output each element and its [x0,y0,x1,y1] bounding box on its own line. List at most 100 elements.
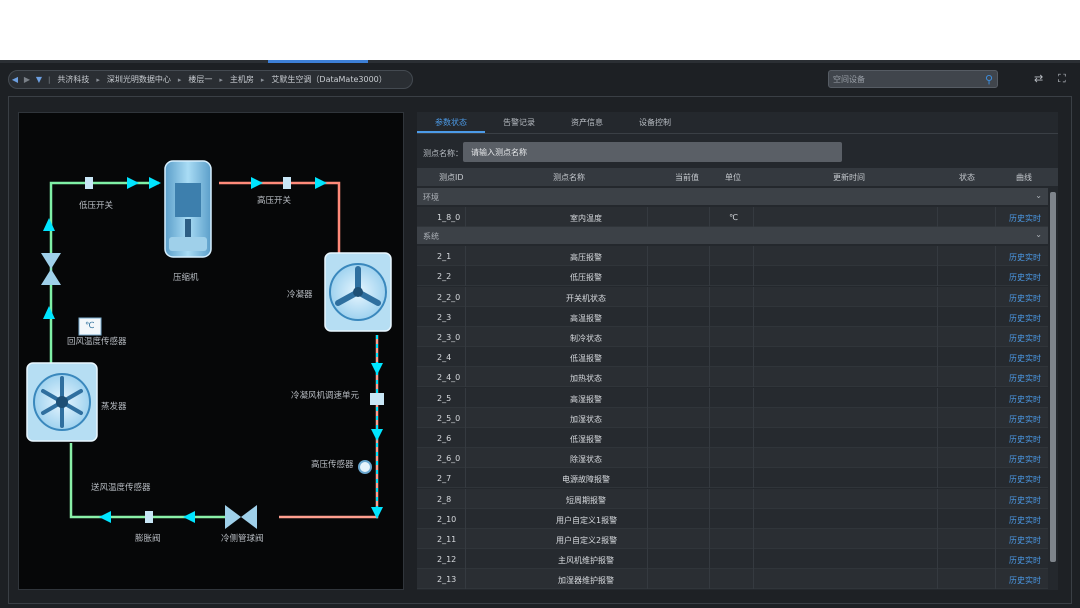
crumb-datacenter[interactable]: 深圳光明数据中心 [103,74,175,85]
compressor-label: 压缩机 [173,273,199,283]
column-divider [647,286,648,307]
column-divider [995,387,996,408]
table-row[interactable]: 2_2 低压报警 历史 实时 [417,266,1048,287]
realtime-link[interactable]: 实时 [1025,333,1041,344]
table-row[interactable]: 2_6 低湿报警 历史 实时 [417,428,1048,448]
column-divider [465,468,466,489]
history-link[interactable]: 历史 [1009,252,1025,263]
fullscreen-icon[interactable]: ⛶ [1058,72,1066,86]
table-row[interactable]: 2_8 短周期报警 历史 实时 [417,488,1048,509]
realtime-link[interactable]: 实时 [1025,434,1041,445]
realtime-link[interactable]: 实时 [1025,555,1041,566]
chevron-right-icon: ▸ [260,75,265,84]
realtime-link[interactable]: 实时 [1025,213,1041,224]
column-divider [753,407,754,428]
column-divider [709,428,710,448]
history-link[interactable]: 历史 [1009,353,1025,364]
history-link[interactable]: 历史 [1009,414,1025,425]
crumb-floor[interactable]: 楼层一 [184,74,216,85]
history-link[interactable]: 历史 [1009,213,1025,224]
tab-assets[interactable]: 资产信息 [553,112,621,133]
chevron-down-icon[interactable]: ⌄ [1035,230,1042,239]
history-link[interactable]: 历史 [1009,515,1025,526]
history-link[interactable]: 历史 [1009,272,1025,283]
forward-arrow-icon[interactable]: ▶ [21,75,33,84]
realtime-link[interactable]: 实时 [1025,515,1041,526]
scrollbar[interactable] [1050,192,1056,562]
history-link[interactable]: 历史 [1009,555,1025,566]
point-name-input[interactable]: 请输入测点名称 [463,142,842,162]
table-row[interactable]: 2_12 主风机维护报警 历史 实时 [417,549,1048,570]
realtime-link[interactable]: 实时 [1025,454,1041,465]
realtime-link[interactable]: 实时 [1025,293,1041,304]
history-link[interactable]: 历史 [1009,293,1025,304]
table-row[interactable]: 2_10 用户自定义1报警 历史 实时 [417,508,1048,529]
history-link[interactable]: 历史 [1009,434,1025,445]
realtime-link[interactable]: 实时 [1025,535,1041,546]
cell-name: 低温报警 [570,354,602,364]
search-icon[interactable]: ⚲ [985,73,993,86]
history-link[interactable]: 历史 [1009,333,1025,344]
search-input[interactable]: 空间设备 ⚲ [828,70,998,88]
table-row[interactable]: 2_6_0 除湿状态 历史 实时 [417,448,1048,469]
realtime-link[interactable]: 实时 [1025,394,1041,405]
cell-name: 电源故障报警 [562,475,610,485]
realtime-link[interactable]: 实时 [1025,495,1041,506]
column-divider [753,367,754,388]
dropdown-icon[interactable]: ▼ [33,75,45,84]
column-divider [937,387,938,408]
table-group-header[interactable]: 系统 ⌄ [417,227,1048,245]
table-row[interactable]: 2_7 电源故障报警 历史 实时 [417,468,1048,489]
history-link[interactable]: 历史 [1009,373,1025,384]
split-view-icon[interactable]: ⇄ [1034,72,1043,85]
realtime-link[interactable]: 实时 [1025,373,1041,384]
column-divider [995,306,996,327]
history-link[interactable]: 历史 [1009,454,1025,465]
table-row[interactable]: 2_3 高温报警 历史 实时 [417,306,1048,327]
table-row[interactable]: 2_11 用户自定义2报警 历史 实时 [417,529,1048,549]
realtime-link[interactable]: 实时 [1025,252,1041,263]
tab-control[interactable]: 设备控制 [621,112,689,133]
table-row[interactable]: 2_4 低温报警 历史 实时 [417,347,1048,368]
realtime-link[interactable]: 实时 [1025,414,1041,425]
evaporator-graphic[interactable] [26,362,98,442]
tab-bar: 参数状态 告警记录 资产信息 设备控制 [417,112,1058,134]
history-link[interactable]: 历史 [1009,394,1025,405]
table-row[interactable]: 2_2_0 开关机状态 历史 实时 [417,286,1048,307]
column-divider [753,347,754,368]
chevron-down-icon[interactable]: ⌄ [1035,191,1042,200]
realtime-link[interactable]: 实时 [1025,575,1041,586]
table-group-header[interactable]: 环境 ⌄ [417,188,1048,205]
table-row[interactable]: 2_3_0 制冷状态 历史 实时 [417,327,1048,347]
table-row[interactable]: 2_5 高湿报警 历史 实时 [417,387,1048,408]
back-arrow-icon[interactable]: ◀ [9,75,21,84]
crumb-company[interactable]: 共济科技 [53,74,93,85]
column-divider [753,468,754,489]
condenser-graphic[interactable] [324,252,392,332]
table-row[interactable]: 1_8_0 室内温度 ℃ 历史 实时 [417,207,1048,227]
column-divider [995,428,996,448]
realtime-link[interactable]: 实时 [1025,313,1041,324]
realtime-link[interactable]: 实时 [1025,272,1041,283]
realtime-link[interactable]: 实时 [1025,353,1041,364]
table-row[interactable]: 2_13 加湿器维护报警 历史 实时 [417,569,1048,590]
table-row[interactable]: 2_4_0 加热状态 历史 实时 [417,367,1048,388]
refrigeration-diagram: 低压开关 压缩机 高压开关 冷凝器 ℃ 回风温度传感器 蒸发器 冷凝风机调速单元… [18,112,404,590]
table-row[interactable]: 2_5_0 加湿状态 历史 实时 [417,407,1048,428]
column-divider [709,207,710,227]
table-row[interactable]: 2_1 高压报警 历史 实时 [417,246,1048,267]
column-divider [709,488,710,509]
tab-alarms[interactable]: 告警记录 [485,112,553,133]
crumb-device[interactable]: 艾默生空调（DataMate3000） [267,74,390,85]
history-link[interactable]: 历史 [1009,313,1025,324]
crumb-room[interactable]: 主机房 [226,74,258,85]
realtime-link[interactable]: 实时 [1025,474,1041,485]
history-link[interactable]: 历史 [1009,474,1025,485]
history-link[interactable]: 历史 [1009,535,1025,546]
column-divider [465,246,466,267]
tab-parameters[interactable]: 参数状态 [417,112,485,133]
compressor-graphic[interactable] [164,160,212,258]
column-divider [647,246,648,267]
history-link[interactable]: 历史 [1009,495,1025,506]
history-link[interactable]: 历史 [1009,575,1025,586]
